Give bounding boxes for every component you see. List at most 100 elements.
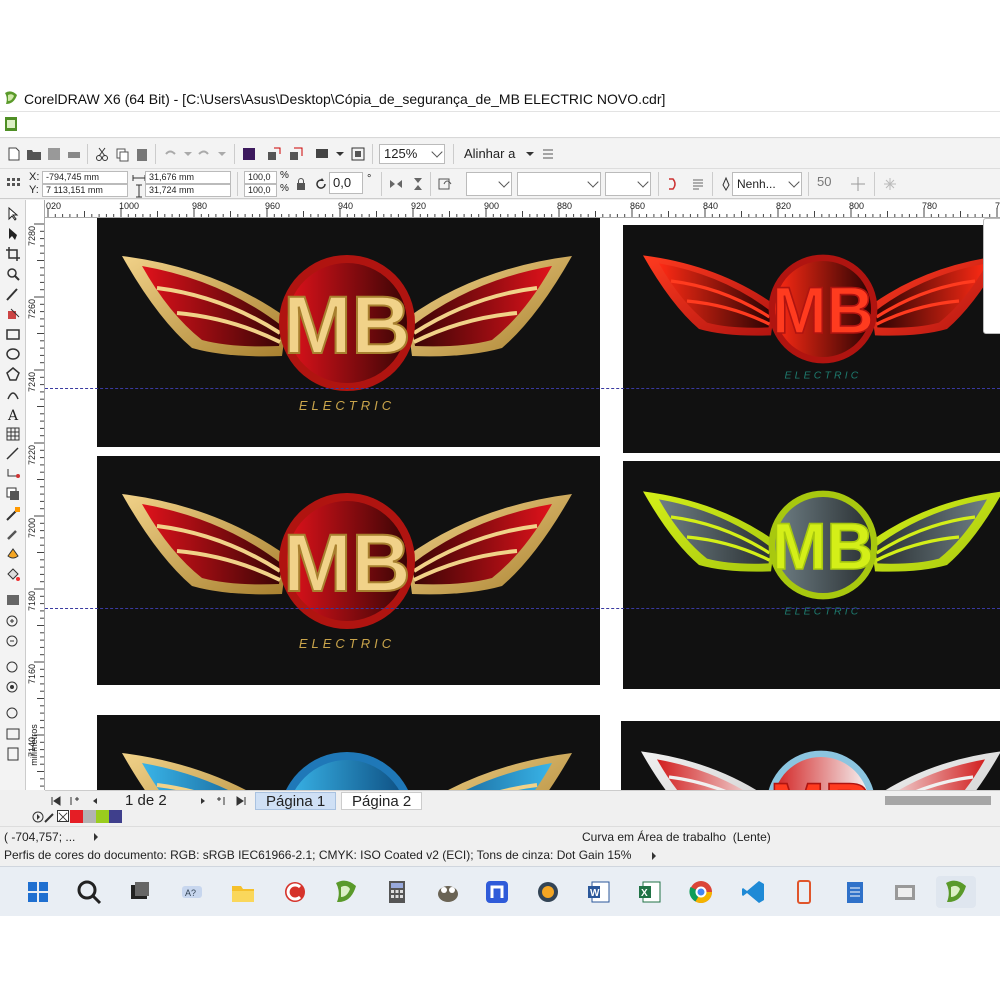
notepad-icon[interactable] [839, 876, 871, 908]
last-page-icon[interactable] [233, 793, 249, 809]
word-icon[interactable]: W [583, 876, 615, 908]
zoom-width-icon[interactable] [5, 726, 21, 742]
print-icon[interactable] [66, 146, 82, 162]
y-position-field[interactable]: 7 113,151 mm [42, 184, 128, 197]
zoom-all-icon[interactable] [5, 680, 21, 696]
extract-subpath-icon[interactable] [882, 176, 898, 192]
undo-dropdown-icon[interactable] [180, 146, 196, 162]
outline-width-select[interactable]: Nenh... [732, 172, 802, 196]
cut-icon[interactable] [94, 146, 110, 162]
text-wrap-icon[interactable] [690, 176, 706, 192]
mirror-horizontal-icon[interactable] [388, 176, 404, 192]
connector-tool-icon[interactable] [5, 466, 21, 482]
end-arrow-select[interactable] [605, 172, 651, 196]
task-view-icon[interactable] [124, 876, 156, 908]
object-origin-icon[interactable] [5, 176, 21, 192]
smart-fill-icon[interactable] [5, 306, 21, 322]
search-icon[interactable] [73, 876, 105, 908]
freehand-tool-icon[interactable] [5, 286, 21, 302]
shape-tool-icon[interactable] [5, 226, 21, 242]
add-page-before-icon[interactable] [66, 793, 82, 809]
dimension-tool-icon[interactable] [5, 446, 21, 462]
convert-to-curves-icon[interactable] [437, 176, 453, 192]
search-content-icon[interactable] [241, 146, 257, 162]
eyedropper-icon[interactable] [5, 526, 21, 542]
photos-icon[interactable] [889, 876, 921, 908]
logo-artboard[interactable]: MBELECTRIC [97, 456, 600, 685]
zoom-out-icon[interactable] [5, 634, 21, 650]
welcome-screen-icon[interactable] [350, 146, 366, 162]
launcher-dropdown-icon[interactable] [332, 146, 348, 162]
pick-tool-icon[interactable] [5, 206, 21, 222]
color-eyedropper-icon[interactable] [42, 809, 58, 825]
coreldraw-active-icon[interactable] [936, 876, 976, 908]
height-field[interactable]: 31,724 mm [145, 184, 231, 197]
new-document-icon[interactable] [6, 146, 22, 162]
vertical-ruler[interactable]: 7280 7260 7240 7220 7200 7180 7160 7140 milímet… [26, 200, 45, 790]
scale-height-field[interactable]: 100,0 [244, 184, 277, 197]
swatch-red[interactable] [70, 810, 83, 823]
open-icon[interactable] [26, 146, 42, 162]
crop-tool-icon[interactable] [5, 246, 21, 262]
rotation-field[interactable]: 0,0 [329, 172, 363, 194]
outline-tool-icon[interactable] [5, 546, 21, 562]
windows-start-icon[interactable] [22, 876, 54, 908]
phone-link-icon[interactable] [788, 876, 820, 908]
transparency-tool-icon[interactable] [5, 506, 21, 522]
smoothing-slider-icon[interactable] [850, 176, 866, 192]
first-page-icon[interactable] [48, 793, 64, 809]
redo-dropdown-icon[interactable] [214, 146, 230, 162]
camera-app-icon[interactable] [532, 876, 564, 908]
chrome-icon[interactable] [685, 876, 717, 908]
tab-pagina-2[interactable]: Página 2 [341, 792, 423, 810]
vscode-icon[interactable] [737, 876, 769, 908]
table-tool-icon[interactable] [5, 426, 21, 442]
document-icon[interactable] [3, 116, 19, 132]
zoom-selected-icon[interactable] [5, 660, 21, 676]
coreldraw-icon[interactable] [330, 876, 362, 908]
guideline[interactable] [45, 388, 1000, 389]
docker-panel[interactable] [983, 218, 1000, 334]
drawing-canvas[interactable]: MB ELECTRIC MB ELECTRIC MB ELECTRIC MB ELECTRIC… [45, 218, 1000, 790]
polygon-tool-icon[interactable] [5, 366, 21, 382]
logo-artboard[interactable]: MBELECTRIC [621, 721, 1000, 790]
x-position-field[interactable]: -794,745 mm [42, 171, 128, 184]
scale-width-field[interactable]: 100,0 [244, 171, 277, 184]
snap-dropdown-icon[interactable] [522, 146, 538, 162]
text-tool-icon[interactable]: A [5, 406, 21, 422]
mirror-vertical-icon[interactable] [410, 176, 426, 192]
width-field[interactable]: 31,676 mm [145, 171, 231, 184]
ccleaner-icon[interactable] [279, 876, 311, 908]
copy-icon[interactable] [114, 146, 130, 162]
guideline[interactable] [45, 608, 1000, 609]
zoom-in-icon[interactable] [5, 614, 21, 630]
color-profiles-text[interactable]: Perfis de cores do documento: RGB: sRGB … [4, 848, 631, 862]
horizontal-scrollbar-thumb[interactable] [885, 796, 991, 805]
zoom-level-select[interactable]: 125% [379, 144, 445, 164]
excel-icon[interactable]: X [634, 876, 666, 908]
zoom-height-icon[interactable] [5, 746, 21, 762]
export-icon[interactable] [288, 146, 304, 162]
n-app-icon[interactable] [481, 876, 513, 908]
tab-pagina-1[interactable]: Página 1 [255, 792, 337, 810]
smoothing-value[interactable]: 50 [817, 174, 831, 189]
drop-shadow-icon[interactable] [5, 486, 21, 502]
logo-artboard[interactable]: MBELECTRIC [97, 218, 600, 447]
save-icon[interactable] [46, 146, 62, 162]
swatch-green[interactable] [96, 810, 109, 823]
rectangle-tool-icon[interactable] [5, 326, 21, 342]
object-manager-icon[interactable] [5, 592, 21, 608]
options-icon[interactable] [540, 146, 556, 162]
no-color-swatch[interactable] [57, 810, 69, 822]
horizontal-ruler[interactable]: 020 1000 980 960 940 920 900 880 860 840 820 800 780… [45, 200, 1000, 218]
redo-icon[interactable] [196, 146, 212, 162]
import-icon[interactable] [266, 146, 282, 162]
close-curve-icon[interactable] [664, 176, 680, 192]
logo-artboard[interactable]: MBELECTRIC [97, 715, 600, 790]
application-launcher-icon[interactable] [314, 146, 330, 162]
swatch-purple[interactable] [109, 810, 122, 823]
add-page-after-icon[interactable] [213, 793, 229, 809]
logo-artboard[interactable]: MBELECTRIC [623, 461, 1000, 689]
profiles-arrow-icon[interactable] [646, 848, 662, 864]
file-explorer-icon[interactable] [227, 876, 259, 908]
